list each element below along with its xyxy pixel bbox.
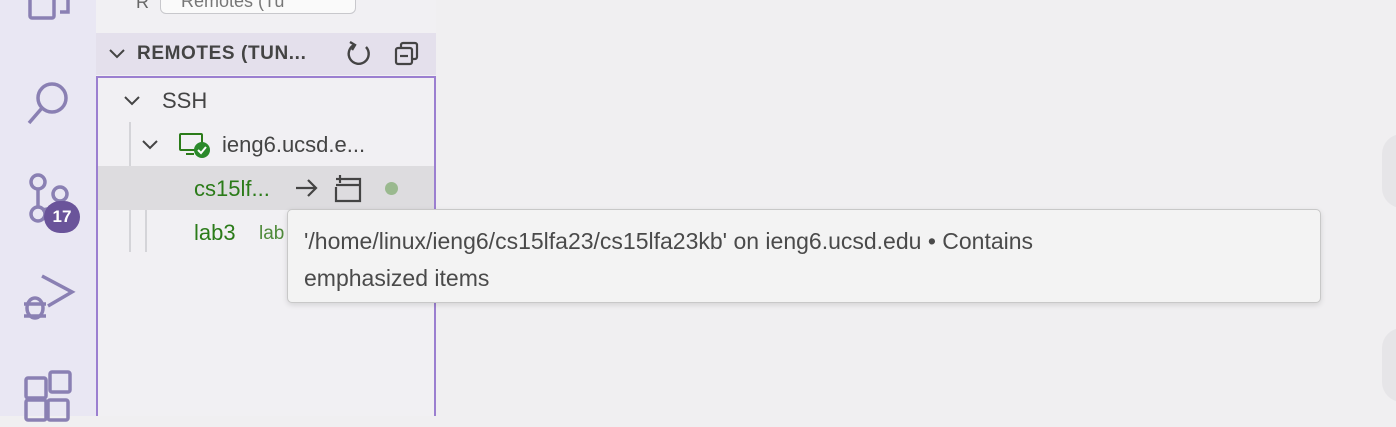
tooltip-line: emphasized items (304, 265, 490, 291)
view-selector-row: R Remotes (Tu (96, 0, 436, 18)
collapse-all-button[interactable] (392, 39, 422, 69)
chevron-down-icon (331, 0, 345, 1)
emphasis-dot (385, 182, 398, 195)
search-icon[interactable] (20, 76, 76, 132)
chevron-down-icon (124, 96, 140, 106)
section-title: REMOTES (TUN... (137, 43, 307, 64)
sidebar: R Remotes (Tu REMOTES (TUN... SSH ieng6.… (96, 0, 436, 416)
activity-bar: 17 (0, 0, 96, 422)
editor-edge-shape (1382, 134, 1396, 208)
tree-item-label: ieng6.ucsd.e... (222, 132, 366, 157)
explorer-icon[interactable] (20, 0, 76, 34)
run-debug-icon[interactable] (20, 270, 76, 326)
connect-in-current-window-button[interactable] (292, 173, 322, 203)
remotes-section-header[interactable]: REMOTES (TUN... (96, 33, 436, 75)
chevron-down-icon (142, 140, 158, 150)
remotes-dropdown[interactable]: Remotes (Tu (160, 0, 356, 14)
extensions-icon[interactable] (20, 366, 76, 422)
tree-item-ssh[interactable]: SSH (98, 78, 434, 122)
tree-item-label: cs15lf... (194, 176, 270, 201)
tree-item-folder[interactable]: cs15lf... (98, 166, 434, 210)
tooltip: '/home/linux/ieng6/cs15lfa23/cs15lfa23kb… (287, 209, 1321, 303)
dropdown-value: Remotes (Tu (181, 0, 285, 11)
tree-item-label: SSH (162, 88, 208, 113)
source-control-badge: 17 (44, 201, 80, 233)
arrow-right-icon (296, 179, 318, 197)
refresh-icon (347, 40, 370, 66)
tree-item-label: lab3 (194, 220, 236, 245)
tree-item-description: lab (259, 223, 285, 244)
new-window-icon (334, 175, 362, 203)
collapse-all-icon (394, 41, 419, 66)
view-selector-label: R (136, 0, 149, 12)
connect-in-new-window-button[interactable] (332, 173, 362, 203)
chevron-down-icon (109, 49, 125, 59)
remote-connected-icon (179, 133, 210, 158)
editor-edge-shape (1382, 328, 1396, 402)
tree-item-host[interactable]: ieng6.ucsd.e... (98, 122, 434, 166)
tooltip-line: '/home/linux/ieng6/cs15lfa23/cs15lfa23kb… (304, 228, 1034, 254)
refresh-button[interactable] (344, 39, 374, 69)
